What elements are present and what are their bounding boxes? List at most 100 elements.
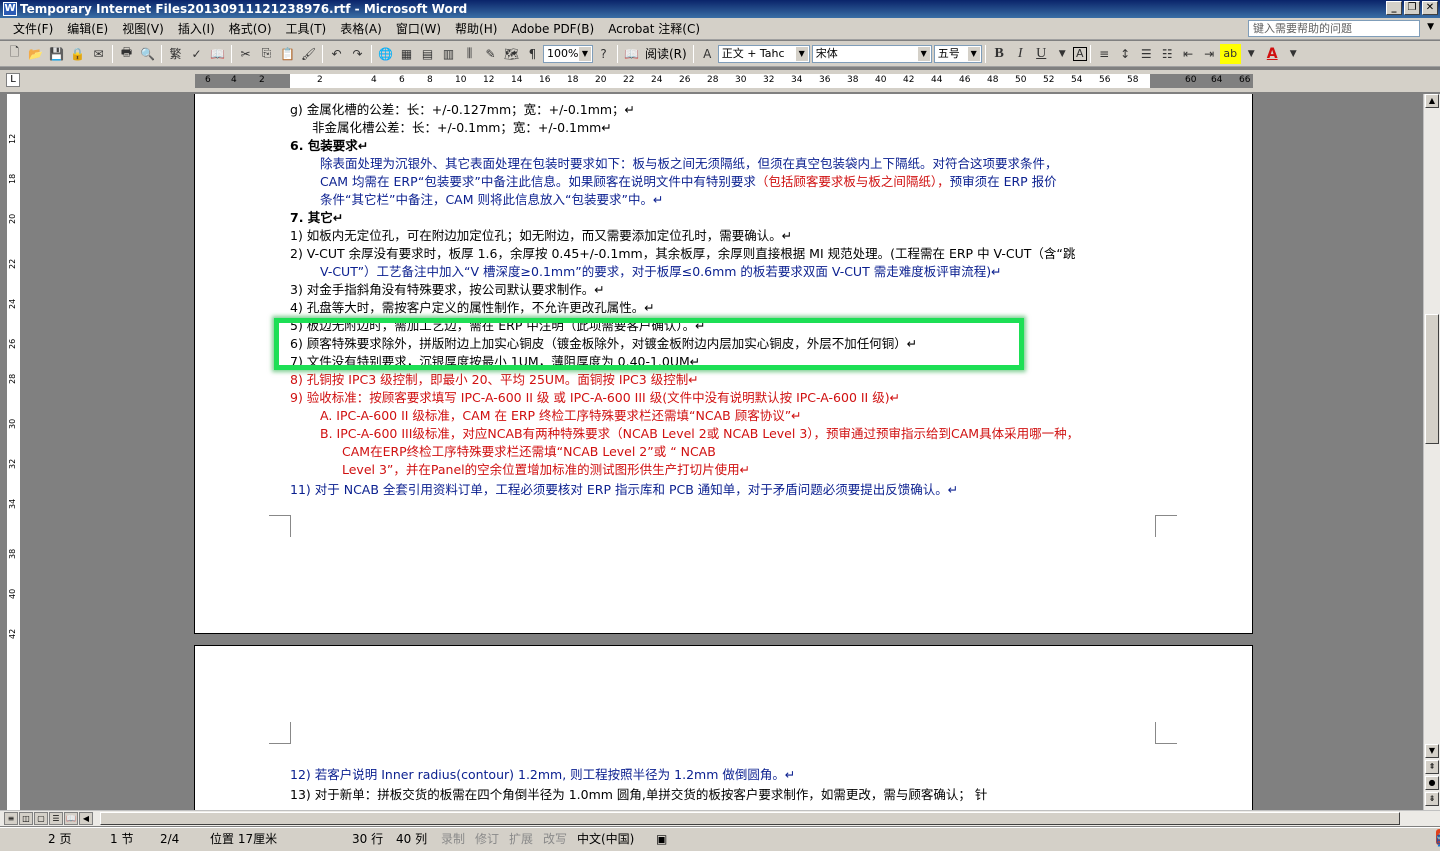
document-line[interactable]: B. IPC-A-600 III级标准，对应NCAB有两种特殊要求（NCAB L… — [320, 426, 1079, 442]
drawing-icon[interactable]: ✎ — [480, 44, 501, 64]
status-ovr[interactable]: 改写 — [543, 828, 567, 850]
restore-button[interactable]: ❐ — [1404, 1, 1420, 15]
document-line[interactable]: 3) 对金手指斜角没有特殊要求，按公司默认要求制作。↵ — [290, 282, 605, 298]
increase-indent-icon[interactable]: ⇥ — [1199, 44, 1220, 64]
menu-edit[interactable]: 编辑(E) — [60, 20, 115, 37]
print-preview-icon[interactable]: 🔍 — [137, 44, 158, 64]
redo-icon[interactable]: ↷ — [347, 44, 368, 64]
menu-acrobat-comment[interactable]: Acrobat 注释(C) — [601, 20, 707, 37]
char-border-button[interactable]: A — [1072, 46, 1087, 61]
status-rec[interactable]: 录制 — [441, 828, 465, 850]
highlight-dropdown-icon[interactable]: ▼ — [1241, 44, 1262, 64]
cut-icon[interactable]: ✂ — [235, 44, 256, 64]
insert-table-icon[interactable]: ▤ — [417, 44, 438, 64]
styles-icon[interactable]: A — [697, 44, 718, 64]
document-line[interactable]: 13) 对于新单：拼板交货的板需在四个角倒半径为 1.0mm 圆角,单拼交货的板… — [290, 787, 987, 803]
document-line[interactable]: 除表面处理为沉银外、其它表面处理在包装时要求如下：板与板之间无须隔纸，但须在真空… — [320, 156, 1058, 172]
new-document-icon[interactable]: 🗋 — [4, 44, 25, 64]
print-icon[interactable]: 🖶 — [116, 44, 137, 64]
scroll-down-icon[interactable]: ▼ — [1425, 744, 1439, 758]
web-view-icon[interactable]: ◫ — [19, 812, 33, 825]
highlight-icon[interactable]: ab — [1219, 43, 1241, 64]
browse-object-icon[interactable]: ● — [1425, 776, 1439, 790]
status-trk[interactable]: 修订 — [475, 828, 499, 850]
page-2[interactable] — [194, 645, 1253, 810]
font-size-select[interactable]: 五号 ▼ — [933, 44, 982, 63]
traditional-chinese-icon[interactable]: 繁 — [165, 44, 186, 64]
menu-help[interactable]: 帮助(H) — [448, 20, 504, 37]
menu-table[interactable]: 表格(A) — [333, 20, 389, 37]
outline-view-icon[interactable]: ☰ — [49, 812, 63, 825]
font-color-button[interactable]: A — [1262, 44, 1283, 64]
hyperlink-icon[interactable]: 🌐 — [375, 44, 396, 64]
spelling-status-icon[interactable]: ▣ — [656, 828, 667, 850]
menu-window[interactable]: 窗口(W) — [389, 20, 448, 37]
menu-view[interactable]: 视图(V) — [115, 20, 171, 37]
document-line[interactable]: 7. 其它↵ — [290, 210, 343, 226]
document-map-icon[interactable]: 🗺 — [501, 44, 522, 64]
format-painter-icon[interactable]: 🖌 — [298, 44, 319, 64]
document-line[interactable]: CAM 均需在 ERP“包装要求”中备注此信息。如果顾客在说明文件中有特别要求（… — [320, 174, 1057, 190]
zoom-select[interactable]: 100% ▼ — [543, 44, 593, 63]
document-line[interactable]: 1) 如板内无定位孔，可在附边加定位孔；如无附边，而又需要添加定位孔时，需要确认… — [290, 228, 792, 244]
horizontal-ruler[interactable]: 6 4 2 2 4 6 8 10 12 14 16 18 20 22 24 26 28 30 32 34 36 38 40 4… — [195, 74, 1253, 88]
help-dropdown-icon[interactable]: ▼ — [1427, 22, 1434, 32]
document-line[interactable]: 8) 孔铜按 IPC3 级控制，即最小 20、平均 25UM。面铜按 IPC3 … — [290, 372, 699, 388]
font-color-dropdown-icon[interactable]: ▼ — [1283, 44, 1304, 64]
line-spacing-icon[interactable]: ↕ — [1115, 44, 1136, 64]
document-line[interactable]: Level 3”，并在Panel的空余位置增加标准的测试图形供生产打切片使用↵ — [342, 462, 750, 478]
numbering-icon[interactable]: ☰ — [1136, 44, 1157, 64]
style-select[interactable]: 正文 + Tahc ▼ — [717, 44, 810, 63]
document-line[interactable]: CAM在ERP终检工序特殊要求栏还需填“NCAB Level 2”或 “ NCA… — [342, 444, 716, 460]
vertical-ruler[interactable]: 12 18 20 22 24 26 28 30 32 34 38 40 42 — [6, 94, 20, 810]
bold-button[interactable]: B — [989, 44, 1010, 64]
close-button[interactable]: ✕ — [1422, 1, 1438, 15]
font-select[interactable]: 宋体 ▼ — [811, 44, 932, 63]
prev-page-icon[interactable]: ⇞ — [1425, 760, 1439, 774]
undo-icon[interactable]: ↶ — [326, 44, 347, 64]
horizontal-scrollbar[interactable]: ≡ ◫ ▢ ☰ 📖 ◀ — [0, 810, 1440, 826]
bullets-icon[interactable]: ☷ — [1157, 44, 1178, 64]
document-line[interactable]: 9) 验收标准：按顾客要求填写 IPC-A-600 II 级 或 IPC-A-6… — [290, 390, 900, 406]
reading-view-icon[interactable]: 📖 — [64, 812, 78, 825]
menu-file[interactable]: 文件(F) — [6, 20, 60, 37]
italic-button[interactable]: I — [1010, 44, 1031, 64]
status-ext[interactable]: 扩展 — [509, 828, 533, 850]
normal-view-icon[interactable]: ≡ — [4, 812, 18, 825]
save-icon[interactable]: 💾 — [46, 44, 67, 64]
tab-selector[interactable]: L — [6, 73, 20, 87]
read-icon[interactable]: 📖 — [621, 44, 642, 64]
paste-icon[interactable]: 📋 — [277, 44, 298, 64]
email-icon[interactable]: ✉ — [88, 44, 109, 64]
vertical-scrollbar[interactable]: ▲ ▼ ⇞ ● ⇟ — [1423, 94, 1440, 810]
minimize-button[interactable]: _ — [1386, 1, 1402, 15]
menu-insert[interactable]: 插入(I) — [171, 20, 222, 37]
spelling-icon[interactable]: ✓ — [186, 44, 207, 64]
help-search-input[interactable]: 键入需要帮助的问题 — [1248, 20, 1420, 37]
decrease-indent-icon[interactable]: ⇤ — [1178, 44, 1199, 64]
open-folder-icon[interactable]: 📂 — [25, 44, 46, 64]
scroll-thumb[interactable] — [1425, 314, 1439, 444]
permission-icon[interactable]: 🔒 — [67, 44, 88, 64]
tools-icon[interactable]: 🔧 — [1436, 829, 1440, 851]
word-icon[interactable]: W — [3, 2, 17, 16]
menu-format[interactable]: 格式(O) — [222, 20, 279, 37]
columns-icon[interactable]: ⫼ — [459, 44, 480, 64]
scroll-left-icon[interactable]: ◀ — [79, 812, 93, 825]
tables-borders-icon[interactable]: ▦ — [396, 44, 417, 64]
document-line[interactable]: V-CUT”）工艺备注中加入“V 槽深度≥0.1mm”的要求，对于板厚≤0.6m… — [320, 264, 1002, 280]
menu-adobe-pdf[interactable]: Adobe PDF(B) — [504, 22, 601, 36]
next-page-icon[interactable]: ⇟ — [1425, 792, 1439, 806]
excel-icon[interactable]: ▥ — [438, 44, 459, 64]
scroll-up-icon[interactable]: ▲ — [1425, 94, 1439, 108]
document-line[interactable]: 6. 包装要求↵ — [290, 138, 368, 154]
document-line[interactable]: 2) V-CUT 余厚没有要求时，板厚 1.6，余厚按 0.45+/-0.1mm… — [290, 246, 1075, 262]
document-line[interactable]: 条件“其它栏”中备注，CAM 则将此信息放入“包装要求”中。↵ — [320, 192, 663, 208]
document-line[interactable]: 4) 孔盘等大时，需按客户定义的属性制作，不允许更改孔属性。↵ — [290, 300, 655, 316]
document-line[interactable]: 11) 对于 NCAB 全套引用资料订单，工程必须要核对 ERP 指示库和 PC… — [290, 482, 958, 498]
show-hide-icon[interactable]: ¶ — [522, 44, 543, 64]
document-line[interactable]: 非金属化槽公差：长：+/-0.1mm；宽：+/-0.1mm↵ — [312, 120, 612, 136]
document-line[interactable]: A. IPC-A-600 II 级标准，CAM 在 ERP 终检工序特殊要求栏还… — [320, 408, 802, 424]
copy-icon[interactable]: ⎘ — [256, 44, 277, 64]
align-justify-icon[interactable]: ≡ — [1094, 44, 1115, 64]
